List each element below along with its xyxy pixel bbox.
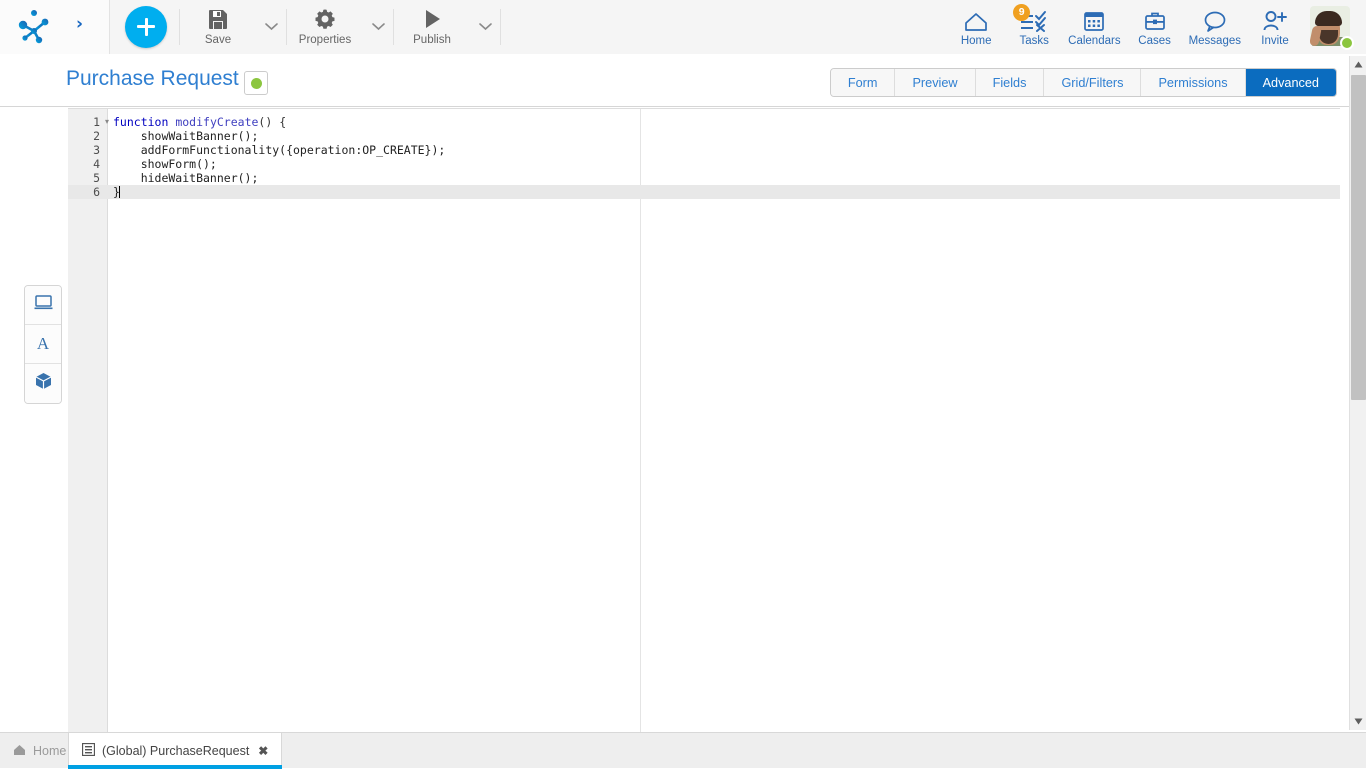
tab-grid-filters[interactable]: Grid/Filters <box>1044 69 1141 96</box>
line-number: 4 <box>68 157 100 171</box>
process-status-toggle[interactable] <box>244 71 268 95</box>
publish-button[interactable]: Publish <box>394 2 470 52</box>
line-content: showWaitBanner(); <box>113 129 258 143</box>
text-cursor <box>119 186 120 198</box>
nav-label: Invite <box>1261 35 1289 47</box>
code-line-active[interactable]: 6 } <box>68 185 1340 199</box>
document-icon <box>82 743 95 759</box>
line-content: } <box>113 185 120 199</box>
line-number: 1 <box>68 115 100 129</box>
sidebar-expand-icon[interactable]: › <box>76 14 83 34</box>
global-nav: Home 9 Tasks <box>947 0 1366 54</box>
page-title: Purchase Request <box>66 67 239 91</box>
save-dropdown-caret[interactable] <box>256 2 286 52</box>
home-icon <box>963 7 989 32</box>
briefcase-icon <box>1144 7 1166 32</box>
tasks-badge: 9 <box>1013 4 1030 21</box>
status-badge <box>251 78 262 89</box>
code-line[interactable]: 2 showWaitBanner(); <box>68 129 1340 143</box>
bottom-tab-label: Home <box>33 744 66 758</box>
font-button[interactable]: A <box>25 325 61 364</box>
editor-side-tools: A <box>24 285 62 404</box>
tab-permissions[interactable]: Permissions <box>1141 69 1245 96</box>
tab-fields[interactable]: Fields <box>976 69 1045 96</box>
status-online-indicator <box>1340 36 1354 50</box>
nav-label: Messages <box>1189 35 1241 47</box>
avatar[interactable] <box>1310 6 1352 48</box>
code-line[interactable]: 3 addFormFunctionality({operation:OP_CRE… <box>68 143 1340 157</box>
cube-button[interactable] <box>25 364 61 403</box>
line-number: 6 <box>68 185 100 199</box>
code-editor[interactable]: 1 ▾ function modifyCreate() { 2 showWait… <box>68 108 1340 732</box>
chat-icon <box>1203 7 1227 32</box>
nav-item-messages[interactable]: Messages <box>1184 2 1246 52</box>
publish-label: Publish <box>413 34 451 46</box>
logo-zone: › <box>0 0 110 54</box>
code-line[interactable]: 1 ▾ function modifyCreate() { <box>68 115 1340 129</box>
line-content: addFormFunctionality({operation:OP_CREAT… <box>113 143 445 157</box>
bottom-tab-label: (Global) PurchaseRequest <box>102 744 249 758</box>
code-fold-icon[interactable]: ▾ <box>102 115 112 129</box>
calendar-icon <box>1083 7 1105 32</box>
nav-item-invite[interactable]: Invite <box>1246 2 1304 52</box>
play-icon <box>421 7 443 31</box>
code-line[interactable]: 4 showForm(); <box>68 157 1340 171</box>
tab-advanced[interactable]: Advanced <box>1246 69 1336 96</box>
nav-label: Calendars <box>1068 35 1120 47</box>
nav-item-home[interactable]: Home <box>947 2 1005 52</box>
code-line[interactable]: 5 hideWaitBanner(); <box>68 171 1340 185</box>
editor-gutter <box>68 109 108 732</box>
user-add-icon <box>1262 7 1288 32</box>
tab-form[interactable]: Form <box>831 69 896 96</box>
nav-item-cases[interactable]: Cases <box>1126 2 1184 52</box>
line-number: 3 <box>68 143 100 157</box>
print-margin-ruler <box>640 109 641 732</box>
gear-icon <box>314 7 336 31</box>
close-icon[interactable]: ✖ <box>258 744 268 758</box>
monitor-button[interactable] <box>25 286 61 325</box>
top-toolbar: › Save <box>0 0 1366 54</box>
bottom-tab-document[interactable]: (Global) PurchaseRequest ✖ <box>68 733 282 769</box>
nav-item-tasks[interactable]: 9 Tasks <box>1005 2 1063 52</box>
line-content: hideWaitBanner(); <box>113 171 258 185</box>
line-number: 5 <box>68 171 100 185</box>
line-content: function modifyCreate() { <box>113 115 286 129</box>
line-number: 2 <box>68 129 100 143</box>
save-icon <box>207 7 229 31</box>
view-tabs: Form Preview Fields Grid/Filters Permiss… <box>830 68 1337 97</box>
add-button[interactable] <box>125 6 167 48</box>
nav-label: Home <box>961 35 992 47</box>
save-label: Save <box>205 34 231 46</box>
properties-button[interactable]: Properties <box>287 2 363 52</box>
publish-dropdown-caret[interactable] <box>470 2 500 52</box>
cube-icon <box>34 372 53 395</box>
scroll-down-arrow-icon[interactable] <box>1350 713 1366 730</box>
nav-item-calendars[interactable]: Calendars <box>1063 2 1125 52</box>
home-icon <box>13 744 26 759</box>
monitor-icon <box>34 294 53 316</box>
save-button[interactable]: Save <box>180 2 256 52</box>
line-content: showForm(); <box>113 157 217 171</box>
action-toolbar: Save Properties Publish <box>110 0 1366 54</box>
properties-dropdown-caret[interactable] <box>363 2 393 52</box>
tab-preview[interactable]: Preview <box>895 69 975 96</box>
nav-label: Tasks <box>1019 35 1048 47</box>
font-icon: A <box>37 334 49 354</box>
bottom-tabbar: Home (Global) PurchaseRequest ✖ <box>0 732 1366 768</box>
scroll-up-arrow-icon[interactable] <box>1350 56 1366 73</box>
properties-label: Properties <box>299 34 351 46</box>
scrollbar-thumb[interactable] <box>1351 75 1366 400</box>
editor-rows: 1 ▾ function modifyCreate() { 2 showWait… <box>68 115 1340 199</box>
nav-label: Cases <box>1138 35 1171 47</box>
app-logo-icon[interactable] <box>14 8 56 51</box>
toolbar-divider <box>500 9 501 45</box>
vertical-scrollbar[interactable] <box>1349 56 1366 730</box>
